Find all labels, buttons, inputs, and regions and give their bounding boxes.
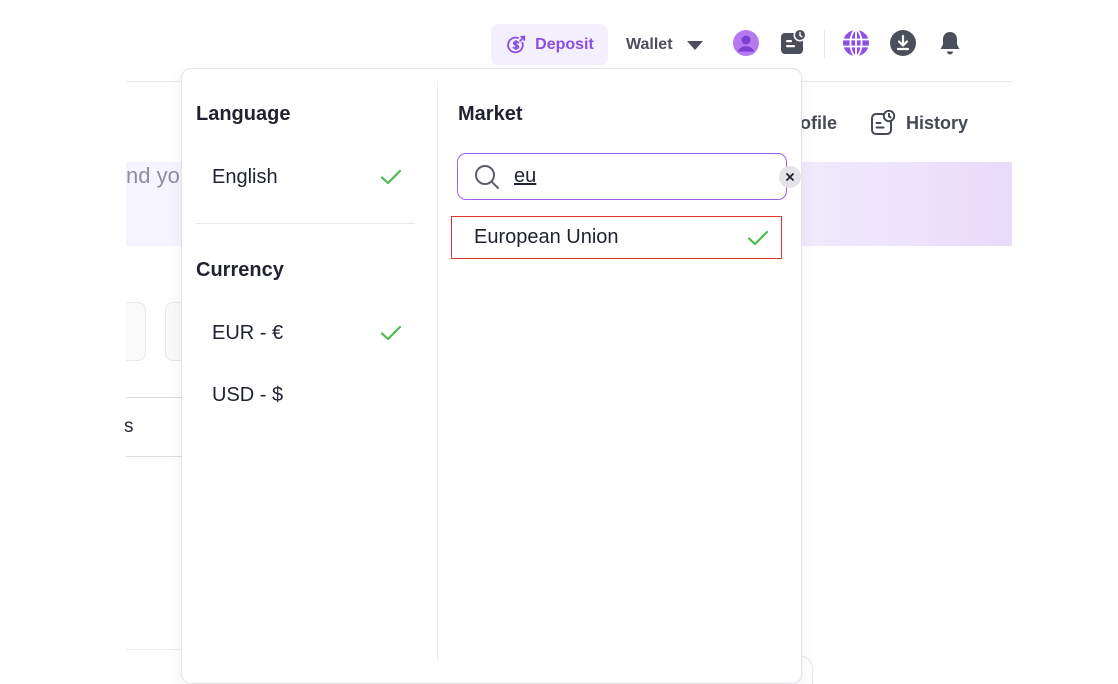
language-option-english[interactable]: English [196, 157, 416, 197]
deposit-button[interactable]: Deposit [491, 24, 608, 65]
deposit-label: Deposit [535, 35, 594, 53]
user-avatar-icon[interactable] [732, 29, 760, 57]
market-option-label: European Union [474, 226, 619, 248]
toolbar-divider [824, 30, 825, 58]
profile-link[interactable]: ofile [800, 108, 837, 138]
page: Deposit Wallet ofile History nd yo s Lan… [0, 0, 1118, 684]
bell-icon[interactable] [936, 29, 964, 57]
market-search-input[interactable] [514, 165, 779, 188]
deposit-icon [507, 35, 526, 53]
market-title: Market [458, 103, 523, 125]
history-link-label: History [906, 112, 969, 133]
caret-down-icon [686, 40, 703, 50]
rewards-icon[interactable] [779, 28, 807, 56]
tab-label-fragment[interactable]: s [124, 416, 134, 438]
profile-link-label: ofile [800, 112, 838, 133]
currency-option-usd[interactable]: USD - $ [196, 375, 416, 415]
column-divider [437, 81, 438, 661]
check-icon [747, 230, 769, 245]
history-icon [871, 110, 896, 135]
history-link[interactable]: History [870, 108, 968, 138]
banner-text: nd yo [126, 163, 180, 188]
close-icon [786, 172, 794, 181]
filter-chip[interactable] [126, 302, 146, 361]
currency-option-label: EUR - € [212, 321, 284, 344]
globe-icon[interactable] [842, 29, 870, 57]
wallet-label: Wallet [626, 36, 673, 53]
language-option-label: English [212, 165, 278, 188]
language-title: Language [196, 103, 291, 125]
search-icon [475, 164, 499, 189]
tab-divider-bottom [126, 456, 182, 457]
content-divider [126, 649, 182, 650]
tab-divider-top [126, 397, 182, 398]
check-icon [380, 325, 402, 341]
market-option-european-union[interactable]: European Union [451, 216, 782, 259]
download-icon[interactable] [889, 29, 917, 57]
currency-title: Currency [196, 259, 284, 281]
currency-option-eur[interactable]: EUR - € [196, 313, 416, 353]
section-divider [196, 223, 415, 224]
currency-option-label: USD - $ [212, 383, 284, 406]
language-currency-market-dropdown: Language English Currency EUR - € USD - … [181, 68, 802, 684]
market-search-box[interactable] [457, 153, 801, 200]
check-icon [380, 169, 402, 185]
clear-search-button[interactable] [779, 165, 801, 188]
wallet-dropdown[interactable]: Wallet [626, 26, 703, 64]
